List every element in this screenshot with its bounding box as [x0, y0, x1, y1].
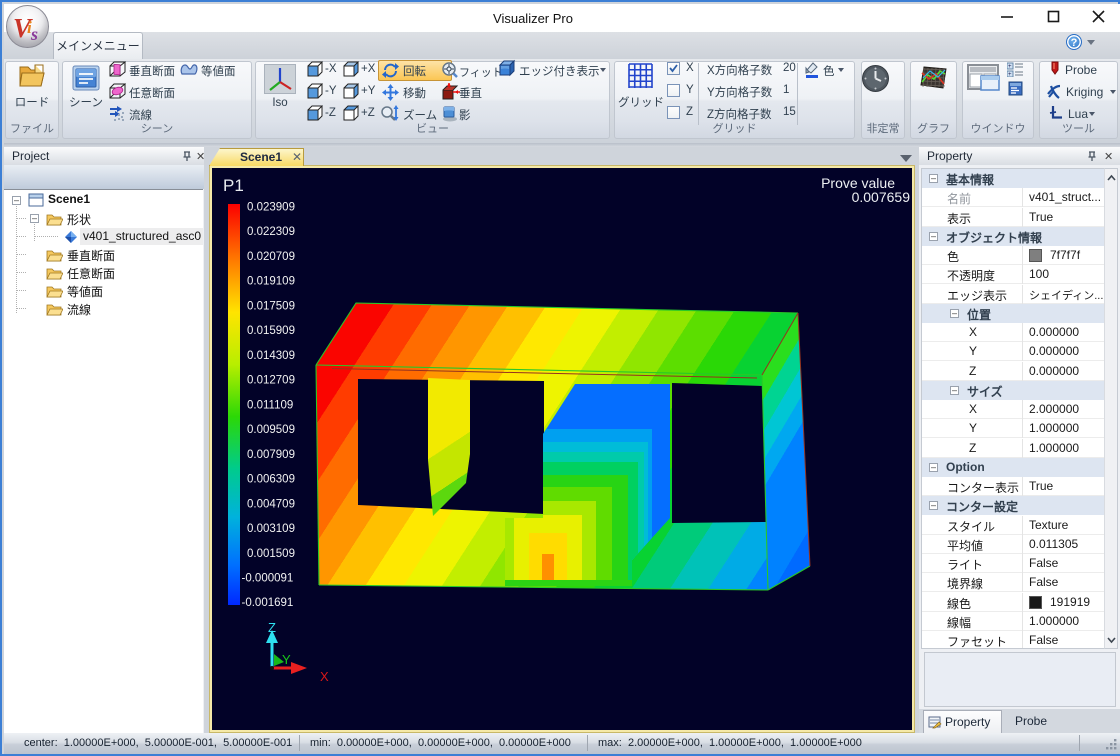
svg-text:+: +: [1008, 72, 1012, 77]
svg-text:0.020709: 0.020709: [247, 251, 295, 263]
svg-text:Y: Y: [282, 652, 291, 667]
svg-text:s: s: [30, 24, 38, 44]
svg-text:-0.001691: -0.001691: [242, 597, 294, 609]
svg-text:0.007909: 0.007909: [247, 449, 295, 461]
svg-text:-0.000091: -0.000091: [242, 573, 294, 585]
svg-text:0.004709: 0.004709: [247, 498, 295, 510]
svg-text:0.012709: 0.012709: [247, 375, 295, 387]
svg-text:Z: Z: [268, 620, 276, 635]
svg-text:0.019109: 0.019109: [247, 276, 295, 288]
svg-text:X: X: [320, 669, 329, 684]
svg-text:0.023909: 0.023909: [247, 202, 295, 214]
svg-text:0.015909: 0.015909: [247, 325, 295, 337]
svg-text:0.001509: 0.001509: [247, 548, 295, 560]
svg-text:0.003109: 0.003109: [247, 523, 295, 535]
svg-text:0.009509: 0.009509: [247, 424, 295, 436]
svg-text:0.006309: 0.006309: [247, 474, 295, 486]
svg-text:0.014309: 0.014309: [247, 350, 295, 362]
svg-text:0.007659: 0.007659: [852, 189, 911, 205]
svg-text:0.022309: 0.022309: [247, 226, 295, 238]
svg-text:0.017509: 0.017509: [247, 300, 295, 312]
svg-text:0.011109: 0.011109: [247, 399, 293, 411]
svg-text:P1: P1: [223, 176, 244, 195]
svg-text:+: +: [1008, 64, 1012, 70]
